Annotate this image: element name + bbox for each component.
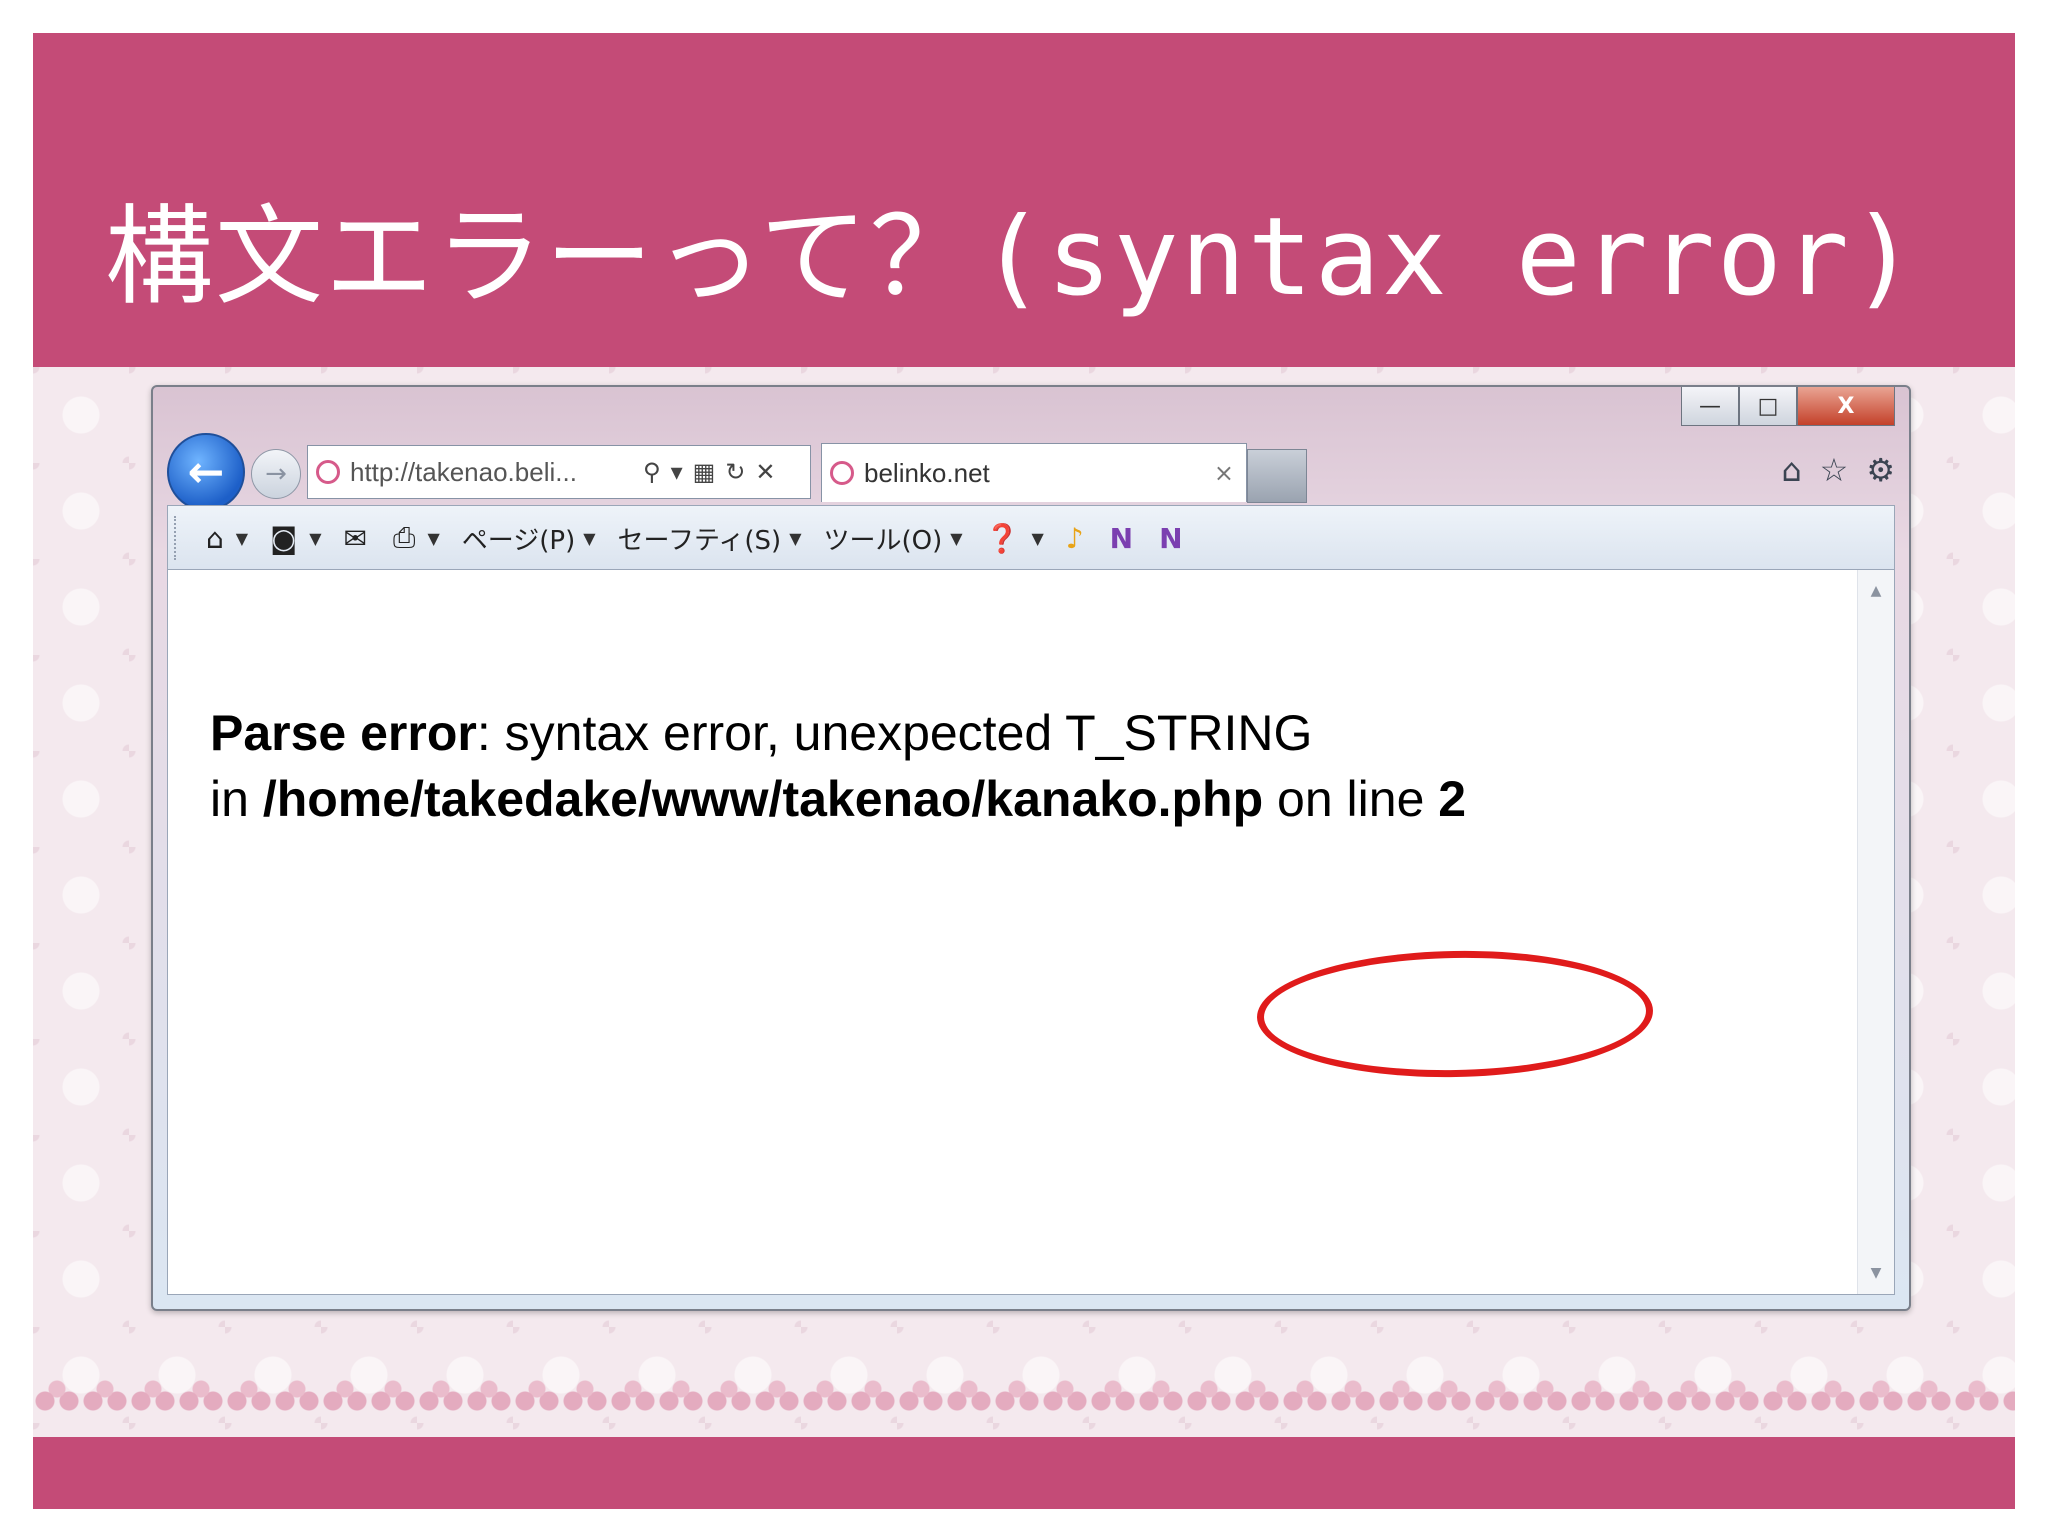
onenote-linked-icon: N (1159, 521, 1183, 555)
error-separator: : (476, 705, 491, 761)
printer-icon: ⎙ (393, 521, 416, 554)
search-icon[interactable]: ⚲ (643, 458, 661, 486)
home-menu-button[interactable]: ⌂ ▼ (206, 522, 248, 555)
slide-title: 構文エラーって？(syntax error) (105, 195, 1918, 320)
address-tools: ⚲ ▾ ▦ ↻ ✕ (638, 458, 781, 486)
onenote-linked-button[interactable]: N (1159, 522, 1186, 555)
back-arrow-icon: ← (187, 446, 225, 498)
home-icon[interactable]: ⌂ (1781, 451, 1801, 489)
forward-button[interactable]: → (251, 449, 301, 499)
safety-menu[interactable]: セーフティ(S) ▼ (618, 520, 802, 557)
mail-icon: ✉ (343, 521, 368, 555)
address-bar[interactable]: http://takenao.beli... ⚲ ▾ ▦ ↻ ✕ (307, 445, 811, 499)
error-label: Parse error (210, 705, 477, 761)
tools-menu-label: ツール(O) (823, 525, 943, 556)
chevron-down-icon: ▼ (583, 528, 596, 548)
onenote-send-button[interactable]: N (1110, 522, 1137, 555)
chevron-down-icon: ▼ (309, 528, 322, 548)
mail-button[interactable]: ✉ (344, 522, 371, 555)
page-menu[interactable]: ページ(P) ▼ (462, 520, 596, 557)
command-bar: ⌂ ▼ ◙ ▼ ✉ ⎙ ▼ ページ(P) ▼ セーフティ(S) ▼ ツール(O)… (167, 505, 1895, 571)
chevron-down-icon: ▼ (950, 528, 963, 548)
tab-close-icon[interactable]: × (1214, 459, 1234, 487)
safety-menu-label: セーフティ(S) (617, 525, 782, 556)
help-menu[interactable]: ❓ ▼ (985, 522, 1044, 555)
chevron-down-icon: ▼ (427, 528, 440, 548)
java-icon: ♪ (1065, 521, 1084, 555)
close-window-button[interactable]: X (1797, 387, 1895, 426)
minimize-button[interactable]: — (1681, 387, 1739, 426)
error-line-1: Parse error: syntax error, unexpected T_… (210, 700, 1466, 766)
in-word: in (210, 771, 263, 827)
address-url[interactable]: http://takenao.beli... (350, 457, 630, 488)
page-menu-label: ページ(P) (461, 525, 576, 556)
toolbar-grip[interactable] (174, 516, 182, 560)
line-number: 2 (1438, 771, 1467, 827)
scroll-down-arrow-icon[interactable]: ▼ (1858, 1258, 1894, 1288)
tab-belinko[interactable]: belinko.net × (821, 443, 1247, 502)
tools-menu[interactable]: ツール(O) ▼ (824, 520, 963, 557)
forward-arrow-icon: → (265, 459, 287, 489)
window-controls: — □ X (1681, 387, 1895, 427)
navigation-bar: ← → http://takenao.beli... ⚲ ▾ ▦ ↻ ✕ bel… (167, 429, 1895, 511)
maximize-button[interactable]: □ (1739, 387, 1797, 426)
chevron-down-icon: ▼ (235, 528, 249, 548)
page-content: Parse error: syntax error, unexpected T_… (167, 569, 1895, 1295)
scroll-up-arrow-icon[interactable]: ▲ (1858, 576, 1894, 606)
tab-label: belinko.net (864, 457, 990, 488)
footer-band (33, 1437, 2015, 1509)
browser-right-icons: ⌂ ☆ ⚙ (1763, 451, 1895, 489)
java-button[interactable]: ♪ (1066, 522, 1088, 555)
star-icon[interactable]: ☆ (1820, 451, 1849, 489)
chevron-down-icon: ▼ (1031, 528, 1044, 548)
home-icon: ⌂ (206, 521, 224, 555)
tab-favicon-icon (830, 461, 854, 485)
onenote-icon: N (1109, 521, 1134, 555)
rss-feed-icon: ◙ (270, 521, 298, 555)
gear-icon[interactable]: ⚙ (1866, 451, 1895, 489)
site-favicon-icon (316, 460, 340, 484)
feeds-button[interactable]: ◙ ▼ (270, 522, 321, 555)
lace-border (33, 1371, 2015, 1417)
print-button[interactable]: ⎙ ▼ (393, 521, 440, 555)
back-button[interactable]: ← (167, 433, 245, 511)
help-icon: ❓ (984, 521, 1020, 555)
refresh-icon[interactable]: ↻ (725, 458, 745, 486)
vertical-scrollbar[interactable]: ▲ ▼ (1857, 570, 1894, 1294)
dropdown-caret-icon[interactable]: ▾ (671, 458, 683, 486)
slide: 構文エラーって？(syntax error) — □ X ← → http://… (33, 33, 2015, 1509)
php-error-message: Parse error: syntax error, unexpected T_… (210, 700, 1466, 832)
compatibility-view-icon[interactable]: ▦ (693, 458, 716, 486)
file-path: /home/takedake/www/takenao/kanako.php (262, 771, 1264, 827)
title-band: 構文エラーって？(syntax error) (33, 33, 2015, 367)
error-text: syntax error, unexpected T_STRING (490, 705, 1313, 761)
chevron-down-icon: ▼ (789, 528, 802, 548)
new-tab-button[interactable] (1247, 449, 1307, 503)
browser-window: — □ X ← → http://takenao.beli... ⚲ ▾ ▦ ↻… (151, 385, 1911, 1311)
error-line-2: in /home/takedake/www/takenao/kanako.php… (210, 766, 1466, 832)
on-line-text: on line (1263, 771, 1439, 827)
stop-icon[interactable]: ✕ (755, 458, 775, 486)
